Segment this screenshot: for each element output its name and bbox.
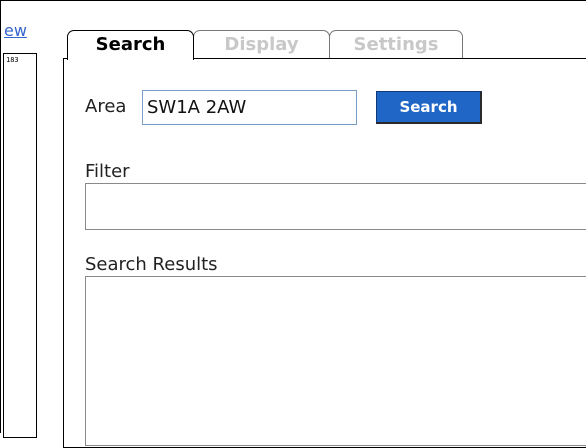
minimap-panel[interactable]: 183 [3, 53, 37, 438]
left-edge [0, 0, 1, 433]
tab-display[interactable]: Display [193, 30, 330, 58]
view-link[interactable]: ew [4, 22, 27, 40]
filter-label: Filter [85, 161, 130, 182]
search-button[interactable]: Search [376, 91, 482, 124]
area-input[interactable] [142, 90, 357, 125]
search-results-label: Search Results [85, 254, 218, 275]
tab-search[interactable]: Search [67, 30, 194, 60]
tab-settings[interactable]: Settings [329, 30, 463, 58]
minimap-label: 183 [6, 56, 19, 64]
search-results-list[interactable] [85, 276, 586, 446]
filter-input[interactable] [85, 183, 586, 230]
area-label: Area [85, 96, 127, 117]
